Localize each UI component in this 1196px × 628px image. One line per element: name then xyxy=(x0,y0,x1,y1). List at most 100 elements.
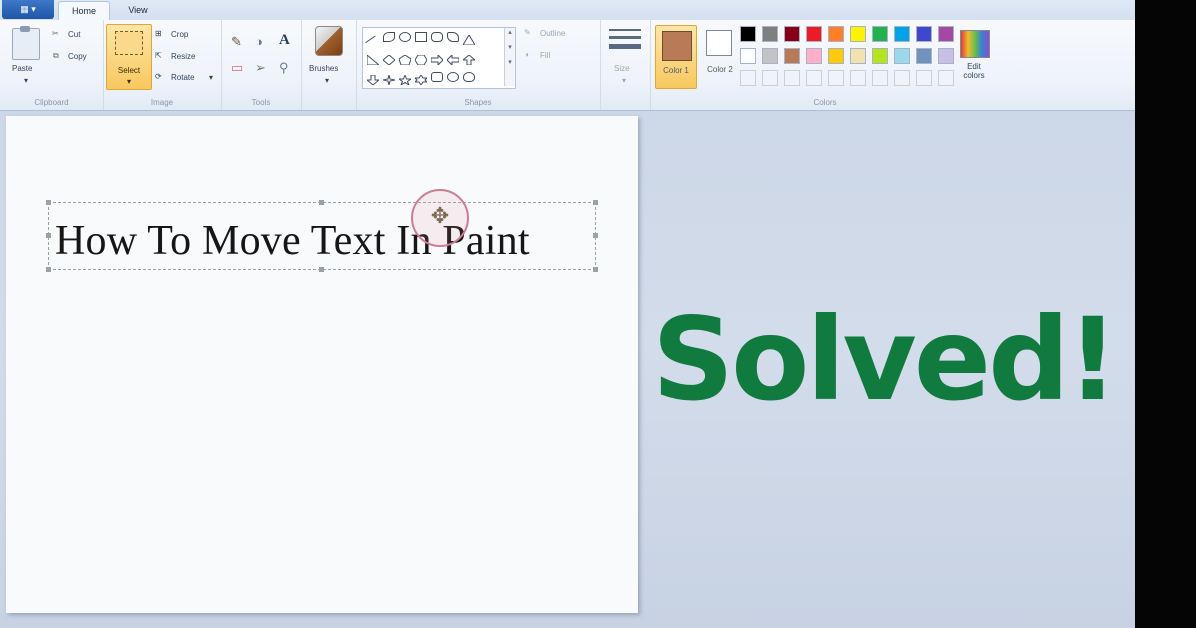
shapes-scroll[interactable]: ▴ ▾ ▾ xyxy=(504,28,515,86)
tab-view[interactable]: View xyxy=(114,1,162,20)
down-arrow-shape-icon[interactable] xyxy=(365,72,381,86)
crop-button[interactable]: Crop xyxy=(171,30,188,39)
six-point-star-shape-icon[interactable] xyxy=(413,72,429,86)
color-swatch[interactable] xyxy=(784,26,800,42)
text-selection-box[interactable]: How To Move Text In Paint xyxy=(46,200,598,272)
color-swatch[interactable] xyxy=(916,26,932,42)
custom-color-slot[interactable] xyxy=(850,70,866,86)
five-point-star-shape-icon[interactable] xyxy=(397,72,413,87)
size-dropdown-icon[interactable]: ▾ xyxy=(622,76,626,85)
rounded-rectangle-shape-icon[interactable] xyxy=(431,32,443,42)
resize-button[interactable]: Resize xyxy=(171,52,195,61)
color-picker-icon[interactable]: ➢ xyxy=(255,60,266,76)
selection-handle[interactable] xyxy=(319,200,324,205)
paste-icon[interactable] xyxy=(12,26,40,60)
color-swatch[interactable] xyxy=(740,48,756,64)
size-button[interactable]: Size xyxy=(614,64,630,73)
selection-handle[interactable] xyxy=(46,233,51,238)
custom-color-slot[interactable] xyxy=(828,70,844,86)
color-swatch[interactable] xyxy=(938,26,954,42)
triangle-shape-icon[interactable] xyxy=(462,32,476,46)
paste-button[interactable]: Paste xyxy=(12,64,32,73)
color-swatch[interactable] xyxy=(784,48,800,64)
rectangle-shape-icon[interactable] xyxy=(415,32,427,42)
resize-icon[interactable]: ⇱ xyxy=(155,51,162,60)
tab-home[interactable]: Home xyxy=(58,1,110,21)
rotate-dropdown-icon[interactable]: ▾ xyxy=(209,73,213,82)
color-swatch[interactable] xyxy=(894,48,910,64)
color-swatch[interactable] xyxy=(850,26,866,42)
brushes-dropdown-icon[interactable]: ▾ xyxy=(325,76,329,85)
curve-shape-icon[interactable] xyxy=(383,32,395,42)
brushes-icon[interactable] xyxy=(315,26,343,56)
color-swatch[interactable] xyxy=(828,48,844,64)
color-swatch[interactable] xyxy=(740,26,756,42)
custom-color-slot[interactable] xyxy=(916,70,932,86)
copy-button[interactable]: Copy xyxy=(68,52,87,61)
fill-bucket-icon[interactable]: ◑ xyxy=(255,34,263,49)
custom-color-slot[interactable] xyxy=(894,70,910,86)
selection-handle[interactable] xyxy=(593,267,598,272)
copy-icon[interactable]: ⧉ xyxy=(53,51,59,61)
cloud-callout-shape-icon[interactable] xyxy=(463,72,475,82)
fill-icon[interactable]: ◑ xyxy=(524,50,529,59)
left-arrow-shape-icon[interactable] xyxy=(446,52,460,67)
right-triangle-shape-icon[interactable] xyxy=(366,52,381,66)
paste-dropdown-icon[interactable]: ▾ xyxy=(24,76,28,85)
custom-color-slot[interactable] xyxy=(740,70,756,86)
polygon-shape-icon[interactable] xyxy=(447,32,459,42)
selection-handle[interactable] xyxy=(46,267,51,272)
color-swatch[interactable] xyxy=(872,48,888,64)
custom-color-slot[interactable] xyxy=(872,70,888,86)
selection-handle[interactable] xyxy=(593,233,598,238)
hexagon-shape-icon[interactable] xyxy=(414,52,428,66)
color-swatch[interactable] xyxy=(762,48,778,64)
color-swatch[interactable] xyxy=(806,48,822,64)
file-menu-button[interactable]: ▦ ▾ xyxy=(2,0,54,19)
line-shape-icon[interactable] xyxy=(365,35,381,51)
brushes-button[interactable]: Brushes xyxy=(309,64,338,73)
crop-icon[interactable]: ⊞ xyxy=(155,29,162,38)
edit-colors-icon[interactable] xyxy=(960,30,990,58)
shapes-gallery[interactable]: ▴ ▾ ▾ xyxy=(362,27,516,89)
pentagon-shape-icon[interactable] xyxy=(398,52,412,66)
diamond-shape-icon[interactable] xyxy=(382,52,396,66)
up-arrow-shape-icon[interactable] xyxy=(461,52,477,66)
text-tool-icon[interactable]: A xyxy=(279,32,290,49)
custom-color-slot[interactable] xyxy=(938,70,954,86)
drawing-canvas[interactable]: How To Move Text In Paint ✥ xyxy=(6,116,638,613)
magnifier-icon[interactable]: ⚲ xyxy=(279,60,289,76)
selection-handle[interactable] xyxy=(319,267,324,272)
oval-callout-shape-icon[interactable] xyxy=(447,72,459,82)
color2-button[interactable]: Color 2 xyxy=(700,25,740,87)
rounded-callout-shape-icon[interactable] xyxy=(431,72,443,82)
scissors-icon[interactable]: ✂ xyxy=(52,29,59,38)
color1-button[interactable]: Color 1 xyxy=(655,25,697,89)
custom-color-slot[interactable] xyxy=(806,70,822,86)
color-swatch[interactable] xyxy=(872,26,888,42)
color-swatch[interactable] xyxy=(938,48,954,64)
right-arrow-shape-icon[interactable] xyxy=(430,52,444,67)
color-swatch[interactable] xyxy=(850,48,866,64)
pencil-icon[interactable]: ✎ xyxy=(231,34,242,50)
color-swatch[interactable] xyxy=(894,26,910,42)
cut-button[interactable]: Cut xyxy=(68,30,80,39)
color-swatch[interactable] xyxy=(828,26,844,42)
color-swatch[interactable] xyxy=(762,26,778,42)
eraser-icon[interactable]: ▭ xyxy=(231,60,243,76)
rotate-icon[interactable]: ⟳ xyxy=(155,72,162,81)
rotate-button[interactable]: Rotate xyxy=(171,73,195,82)
color-swatch[interactable] xyxy=(806,26,822,42)
fill-dropdown[interactable]: Fill xyxy=(540,51,550,60)
outline-icon[interactable]: ✎ xyxy=(524,28,531,37)
selection-handle[interactable] xyxy=(593,200,598,205)
select-button[interactable]: Select ▾ xyxy=(106,24,152,90)
oval-shape-icon[interactable] xyxy=(399,32,411,42)
outline-dropdown[interactable]: Outline xyxy=(540,29,565,38)
custom-color-slot[interactable] xyxy=(784,70,800,86)
four-point-star-shape-icon[interactable] xyxy=(382,72,396,86)
custom-color-slot[interactable] xyxy=(762,70,778,86)
color-swatch[interactable] xyxy=(916,48,932,64)
edit-colors-button[interactable]: Edit colors xyxy=(956,62,992,80)
selection-handle[interactable] xyxy=(46,200,51,205)
